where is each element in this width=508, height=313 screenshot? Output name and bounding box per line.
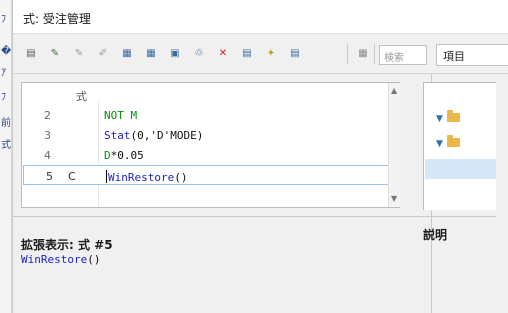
line-number: 2 bbox=[44, 109, 51, 122]
column-header-expression: 式 bbox=[76, 90, 87, 103]
line-code[interactable]: WinRestore() bbox=[106, 170, 187, 184]
search-input[interactable]: 検索 bbox=[379, 45, 427, 65]
line-number: 3 bbox=[44, 129, 51, 142]
text-caret bbox=[106, 170, 107, 183]
folder-icon bbox=[446, 110, 460, 122]
scroll-up-icon[interactable]: ▲ bbox=[391, 86, 397, 95]
delete-icon[interactable]: ✕ bbox=[215, 46, 231, 62]
background-glyph: ﾌ bbox=[1, 14, 6, 25]
line-flag: C bbox=[68, 170, 76, 183]
code-token: WinRestore bbox=[108, 171, 175, 184]
background-glyph: ﾌ bbox=[1, 92, 6, 103]
code-token: () bbox=[174, 171, 188, 184]
properties-icon[interactable]: ▤ bbox=[23, 46, 39, 62]
tree-selection-highlight bbox=[425, 159, 496, 179]
tree-item[interactable]: ▼ bbox=[436, 135, 460, 149]
grid-icon[interactable]: ▦ bbox=[143, 46, 159, 62]
toolbar-separator bbox=[374, 44, 375, 64]
editor-row[interactable]: 2 NOT M bbox=[22, 105, 390, 125]
tab-items[interactable]: 項目 bbox=[436, 44, 508, 66]
toolbar-separator bbox=[347, 44, 348, 64]
code-token: (0,'D'MODE) bbox=[130, 129, 204, 142]
macro-icon[interactable]: ♲ bbox=[191, 46, 207, 62]
line-code[interactable]: Stat(0,'D'MODE) bbox=[104, 129, 203, 142]
line-code[interactable]: NOT M bbox=[104, 109, 137, 122]
vertical-scrollbar[interactable]: ▲ ▼ bbox=[388, 83, 400, 207]
expanded-view-function: WinRestore bbox=[21, 253, 88, 266]
code-token: NOT M bbox=[104, 109, 138, 122]
code-token: *0.05 bbox=[110, 149, 144, 162]
line-number: 5 bbox=[46, 170, 53, 183]
background-glyph: � bbox=[1, 46, 12, 57]
line-code[interactable]: D*0.05 bbox=[104, 149, 144, 162]
code-token: Stat bbox=[104, 129, 131, 142]
expanded-view-args: () bbox=[87, 253, 101, 266]
title-bar[interactable]: 式: 受注管理 bbox=[13, 0, 508, 34]
item-tree-pane[interactable]: ▼ ▼ bbox=[423, 82, 496, 210]
copy-icon[interactable]: ▦ bbox=[119, 46, 135, 62]
window-title: 式: 受注管理 bbox=[23, 12, 91, 26]
expand-arrow-icon[interactable]: ▼ bbox=[436, 139, 443, 149]
scroll-down-icon[interactable]: ▼ bbox=[391, 194, 397, 203]
insert-icon[interactable]: ✎ bbox=[71, 46, 87, 62]
editor-row[interactable]: 3 Stat(0,'D'MODE) bbox=[22, 125, 390, 145]
list-icon[interactable]: ▤ bbox=[287, 46, 303, 62]
calculator-icon[interactable]: ▦ bbox=[355, 46, 371, 62]
tools-icon[interactable]: ✦ bbox=[263, 46, 279, 62]
background-glyph: 式 bbox=[1, 140, 11, 151]
save-icon[interactable]: ▤ bbox=[239, 46, 255, 62]
folder-icon bbox=[446, 135, 460, 147]
expand-arrow-icon[interactable]: ▼ bbox=[436, 114, 443, 124]
background-glyph: ｱ bbox=[1, 68, 6, 79]
edit-icon[interactable]: ✐ bbox=[95, 46, 111, 62]
toolbar: ▤ ✎ ✎ ✐ ▦ ▦ ▣ ♲ ✕ ▤ ✦ ▤ ▦ 検索 bbox=[13, 34, 508, 74]
expanded-view-code: WinRestore() bbox=[21, 253, 100, 266]
background-glyph: 前 bbox=[1, 118, 11, 129]
description-label: 説明 bbox=[423, 228, 448, 242]
add-expression-icon[interactable]: ✎ bbox=[47, 46, 63, 62]
expression-editor[interactable]: 式 2 NOT M 3 Stat(0,'D'MODE) 4 D*0.05 5 C WinRest… bbox=[21, 82, 400, 208]
code-token: D bbox=[104, 149, 111, 162]
expanded-view-pane: 拡張表示: 式 #5 WinRestore() bbox=[14, 218, 414, 313]
expanded-view-label: 拡張表示: 式 #5 bbox=[21, 238, 113, 252]
editor-row[interactable]: 4 D*0.05 bbox=[22, 145, 390, 165]
editor-row[interactable]: 5 C WinRestore() bbox=[23, 165, 389, 185]
table-icon[interactable]: ▣ bbox=[167, 46, 183, 62]
line-number: 4 bbox=[44, 149, 51, 162]
horizontal-splitter[interactable] bbox=[12, 216, 496, 217]
background-window-strip: ﾌ � ｱ ﾌ 前 式 bbox=[0, 0, 12, 313]
tree-item[interactable]: ▼ bbox=[436, 110, 460, 124]
